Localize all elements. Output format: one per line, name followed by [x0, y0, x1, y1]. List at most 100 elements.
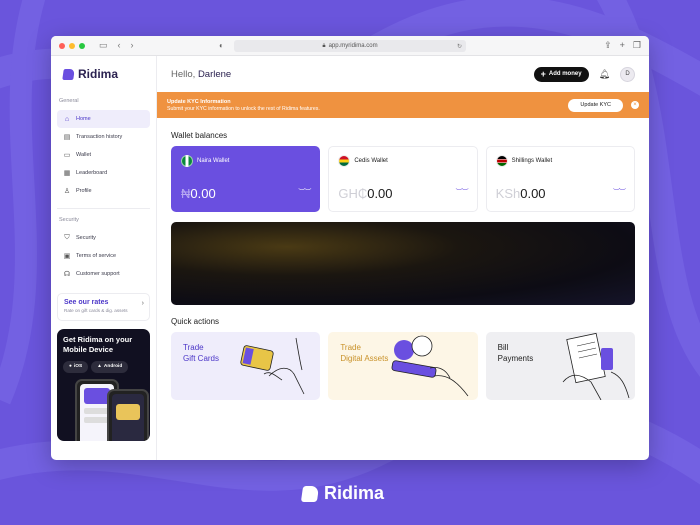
ios-label: iOS — [73, 364, 83, 369]
label-line-2: Payments — [497, 354, 534, 364]
promo-title: Get Ridima on your Mobile Device — [63, 335, 133, 354]
reload-icon[interactable]: ↻ — [457, 43, 462, 50]
label-line-2: Gift Cards — [183, 354, 220, 364]
sidebar-item-profile[interactable]: ♙ Profile — [57, 182, 150, 200]
trade-digital-assets-card[interactable]: Trade Digital Assets — [328, 332, 478, 400]
wallet-balances-title: Wallet balances — [171, 131, 228, 140]
currency-symbol: ₦ — [181, 186, 191, 201]
logo-text: Ridima — [78, 67, 119, 81]
balance-amount: 0.00 — [520, 186, 546, 201]
sidebar-item-leaderboard[interactable]: ▦ Leaderboard — [57, 164, 150, 182]
sidebar-item-label: Customer support — [76, 271, 120, 277]
hide-balance-eye-icon[interactable]: ︶︶ — [298, 187, 311, 197]
hide-balance-eye-icon[interactable]: ︶︶ — [613, 187, 626, 197]
sidebar-item-wallet[interactable]: ▭ Wallet — [57, 146, 150, 164]
update-kyc-button[interactable]: Update KYC — [568, 98, 623, 112]
headset-icon: ☊ — [63, 271, 71, 278]
bill-payments-card[interactable]: Bill Payments — [485, 332, 635, 400]
notification-bell-icon[interactable]: 🔔︎ — [599, 69, 610, 80]
main-content: Hello, Darlene + Add money 🔔︎ D Update K… — [157, 56, 649, 460]
tabs-overview-icon[interactable]: ❐ — [633, 40, 641, 51]
sidebar-item-terms[interactable]: ▣ Terms of service — [57, 247, 150, 265]
chart-icon: ▦ — [63, 170, 71, 177]
kyc-banner: Update KYC Information Submit your KYC i… — [157, 92, 649, 118]
sidebar-item-transaction-history[interactable]: ▤ Transaction history — [57, 128, 150, 146]
add-money-button[interactable]: + Add money — [533, 66, 589, 82]
wallet-card-shillings[interactable]: Shillings Wallet KSh0.00 ︶︶ — [485, 146, 635, 212]
ios-store-button[interactable]: ● iOS — [63, 360, 89, 373]
kyc-subtitle: Submit your KYC information to unlock th… — [167, 105, 320, 112]
sidebar-item-label: Home — [76, 116, 91, 122]
section-label-security: Security — [59, 217, 79, 223]
address-bar[interactable]: 🔒︎ app.myridima.com ↻ — [234, 40, 466, 52]
maximize-window-button[interactable] — [79, 42, 85, 49]
share-icon[interactable]: ⇪ — [604, 40, 612, 51]
sidebar-item-label: Terms of service — [76, 253, 117, 259]
sidebar-item-security[interactable]: ⛉ Security — [57, 229, 150, 247]
nigeria-flag-icon — [181, 155, 193, 167]
wallet-icon: ▭ — [63, 152, 71, 159]
currency-symbol: GH₵ — [338, 186, 368, 201]
document-icon: ▣ — [63, 253, 71, 260]
wallet-balance: ₦0.00 — [181, 186, 216, 201]
minimize-window-button[interactable] — [69, 42, 75, 49]
footer-logo-mark-icon — [300, 485, 320, 502]
section-label-general: General — [59, 98, 79, 104]
forward-icon[interactable]: › — [131, 40, 134, 51]
sidebar-item-label: Profile — [76, 188, 92, 194]
greeting-text: Hello, — [171, 68, 196, 80]
logo-mark-icon — [62, 68, 75, 80]
sidebar-item-customer-support[interactable]: ☊ Customer support — [57, 265, 150, 283]
new-tab-icon[interactable]: + — [620, 40, 625, 51]
browser-window: ▭ ‹ › ◐ 🔒︎ app.myridima.com ↻ ⇪ + ❐ Ridi… — [51, 36, 649, 460]
wallet-card-cedis[interactable]: Cedis Wallet GH₵0.00 ︶︶ — [328, 146, 478, 212]
footer-logo: Ridima — [300, 483, 385, 504]
home-icon: ⌂ — [64, 115, 70, 123]
wallet-name: Cedis Wallet — [354, 158, 388, 164]
sidebar-item-home[interactable]: ⌂ Home — [57, 110, 150, 128]
wallet-name: Naira Wallet — [197, 158, 230, 164]
wallet-name: Shillings Wallet — [511, 158, 553, 164]
sidebar-item-label: Wallet — [76, 152, 92, 158]
currency-symbol: KSh — [495, 186, 521, 201]
hide-balance-eye-icon[interactable]: ︶︶ — [456, 187, 469, 197]
avatar[interactable]: D — [620, 66, 635, 82]
gift-card-hand-illustration — [240, 337, 305, 395]
label-line-1: Trade — [183, 343, 204, 352]
sidebar-item-label: Leaderboard — [76, 170, 108, 176]
see-rates-card[interactable]: See our rates Rate on gift cards & dig. … — [57, 293, 150, 321]
wallet-card-naira[interactable]: Naira Wallet ₦0.00 ︶︶ — [171, 146, 321, 212]
promo-banner[interactable] — [171, 222, 635, 305]
android-label: Android — [103, 364, 123, 369]
receipt-hand-illustration — [562, 332, 630, 400]
sidebar-item-label: Transaction history — [76, 134, 123, 140]
kyc-title: Update KYC Information — [167, 98, 231, 105]
mobile-app-promo: Get Ridima on your Mobile Device ● iOS ▲… — [57, 329, 150, 441]
android-store-button[interactable]: ▲ Android — [91, 360, 129, 373]
android-icon: ▲ — [97, 364, 102, 369]
phone-crypto-coin-illustration — [391, 335, 468, 397]
sidebar-item-label: Security — [76, 235, 96, 241]
label-line-1: Bill — [497, 343, 509, 352]
back-icon[interactable]: ‹ — [118, 40, 121, 51]
user-icon: ♙ — [63, 188, 71, 195]
close-window-button[interactable] — [59, 42, 65, 49]
privacy-shield-icon[interactable]: ◐ — [219, 41, 224, 50]
receipt-icon: ▤ — [63, 134, 71, 141]
logo[interactable]: Ridima — [57, 64, 150, 84]
sidebar: Ridima General ⌂ Home ▤ Transaction hist… — [51, 56, 157, 460]
close-icon[interactable]: × — [631, 101, 639, 109]
quick-actions: Trade Gift Cards Trade Digital Assets Bi… — [171, 332, 635, 400]
lock-icon: 🔒︎ — [322, 42, 326, 49]
trade-gift-cards-card[interactable]: Trade Gift Cards — [171, 332, 321, 400]
add-money-label: Add money — [548, 71, 582, 77]
quick-actions-title: Quick actions — [171, 317, 220, 326]
sidebar-toggle-icon[interactable]: ▭ — [99, 40, 108, 51]
header: Hello, Darlene + Add money 🔔︎ D — [157, 56, 649, 92]
footer-brand-text: Ridima — [324, 483, 385, 503]
plus-icon: + — [540, 69, 546, 79]
rates-subtitle: Rate on gift cards & dig. assets — [64, 308, 128, 313]
balance-amount: 0.00 — [190, 186, 216, 201]
ghana-flag-icon — [338, 155, 351, 167]
user-name: Darlene — [197, 68, 232, 80]
